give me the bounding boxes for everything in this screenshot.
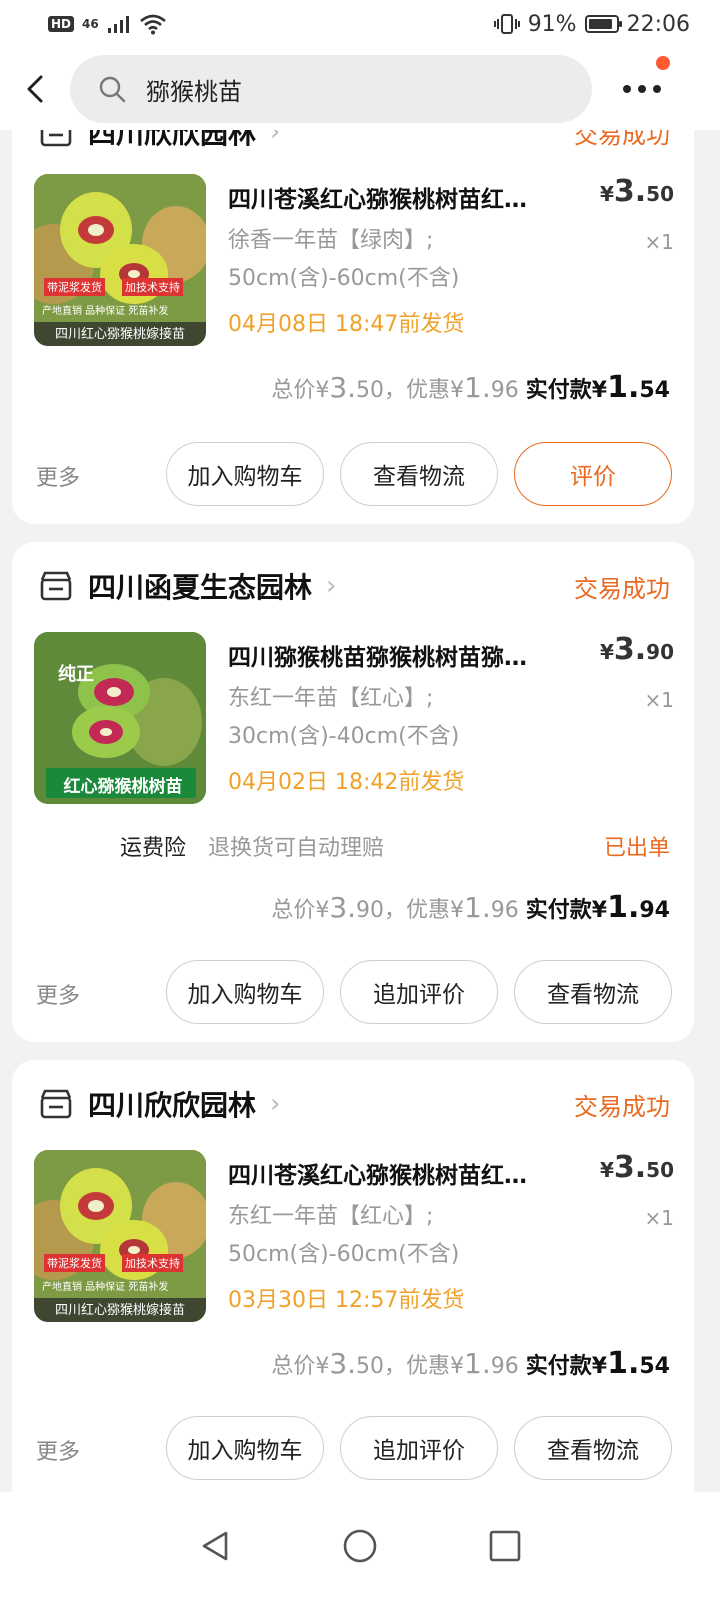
follow-up-review-button[interactable]: 追加评价: [340, 1416, 498, 1480]
thumb-caption: 红心猕猴桃树苗: [63, 777, 183, 797]
insurance-name: 运费险: [120, 836, 187, 861]
product-price: ¥3.50: [599, 174, 674, 209]
product-price: ¥3.50: [599, 1150, 674, 1185]
thumb-badge: 纯正: [58, 664, 94, 685]
order-totals: 总价¥3.50，优惠¥1.96 实付款¥1.54: [271, 1346, 670, 1381]
view-logistics-button[interactable]: 查看物流: [514, 1416, 672, 1480]
thumb-tags-line: 产地直销 品种保证 死苗补发: [42, 1282, 169, 1293]
search-icon: [99, 76, 126, 103]
hd-badge: HD: [48, 16, 75, 32]
shop-row[interactable]: 四川函夏生态园林 › 交易成功: [38, 566, 670, 606]
product-quantity: ×1: [644, 230, 674, 254]
search-header: 猕猴桃苗: [0, 48, 720, 130]
vibrate-icon: [493, 14, 520, 34]
insurance-description: 退换货可自动理赔: [208, 836, 385, 861]
thumb-caption: 四川红心猕猴桃嫁接苗: [54, 327, 185, 342]
more-link[interactable]: 更多: [36, 978, 80, 1010]
order-card: 四川函夏生态园林 › 交易成功 纯正 红心猕猴桃树苗 四川猕猴桃苗猕猴桃树苗猕……: [12, 542, 694, 1042]
battery-percent: 91%: [527, 11, 577, 37]
product-thumbnail[interactable]: 带泥浆发货 加技术支持 产地直销 品种保证 死苗补发 四川红心猕猴桃嫁接苗: [34, 1150, 206, 1322]
insurance-status: 已出单: [603, 836, 670, 861]
order-actions: 更多 加入购物车 查看物流 评价: [36, 442, 672, 506]
clock: 22:06: [626, 11, 690, 37]
order-actions: 更多 加入购物车 追加评价 查看物流: [36, 1416, 672, 1480]
status-right: 91% 22:06: [493, 11, 690, 37]
order-totals: 总价¥3.90，优惠¥1.96 实付款¥1.94: [271, 890, 670, 925]
product-quantity: ×1: [644, 1206, 674, 1230]
ship-deadline: 04月02日 18:42前发货: [228, 770, 465, 795]
search-input[interactable]: 猕猴桃苗: [70, 55, 592, 123]
chevron-right-icon: ›: [270, 1089, 281, 1119]
order-actions: 更多 加入购物车 追加评价 查看物流: [36, 960, 672, 1024]
more-options-button[interactable]: [592, 48, 692, 130]
back-button[interactable]: [0, 48, 70, 130]
product-title[interactable]: 四川苍溪红心猕猴桃树苗红…: [228, 1156, 568, 1190]
shop-name[interactable]: 四川欣欣园林: [88, 1084, 256, 1124]
order-status: 交易成功: [574, 1092, 670, 1121]
kiwi-image: [34, 1150, 206, 1322]
network-label: 46: [82, 17, 99, 31]
kiwi-image: [34, 174, 206, 346]
battery-icon: [584, 15, 622, 33]
status-bar: HD 46 91% 22:06: [0, 0, 720, 48]
product-title[interactable]: 四川苍溪红心猕猴桃树苗红…: [228, 180, 568, 214]
system-nav-bar: [0, 1492, 720, 1600]
add-to-cart-button[interactable]: 加入购物车: [166, 960, 324, 1024]
shop-name[interactable]: 四川函夏生态园林: [88, 566, 312, 606]
nav-back-icon[interactable]: [198, 1529, 232, 1563]
product-thumbnail[interactable]: 纯正 红心猕猴桃树苗: [34, 632, 206, 804]
order-card: 四川欣欣园林 › 交易成功 带泥浆发货 加技术支持 产地直销 品种保证 死苗补发…: [12, 1060, 694, 1510]
order-status: 交易成功: [574, 574, 670, 603]
add-to-cart-button[interactable]: 加入购物车: [166, 442, 324, 506]
nav-recents-icon[interactable]: [488, 1529, 522, 1563]
ship-deadline: 03月30日 12:57前发货: [228, 1288, 465, 1313]
thumb-tag: 加技术支持: [122, 278, 183, 296]
product-thumbnail[interactable]: 带泥浆发货 加技术支持 产地直销 品种保证 死苗补发 四川红心猕猴桃嫁接苗: [34, 174, 206, 346]
more-link[interactable]: 更多: [36, 460, 80, 492]
thumb-tag: 带泥浆发货: [44, 1254, 105, 1272]
review-button[interactable]: 评价: [514, 442, 672, 506]
product-item[interactable]: 带泥浆发货 加技术支持 产地直销 品种保证 死苗补发 四川红心猕猴桃嫁接苗 四川…: [34, 174, 674, 349]
shop-row[interactable]: 四川欣欣园林 › 交易成功: [38, 1084, 670, 1124]
wifi-icon: [139, 14, 166, 35]
more-link[interactable]: 更多: [36, 1434, 80, 1466]
follow-up-review-button[interactable]: 追加评价: [340, 960, 498, 1024]
store-icon: [40, 1089, 72, 1119]
thumb-tag: 加技术支持: [122, 1254, 183, 1272]
product-quantity: ×1: [644, 688, 674, 712]
product-item[interactable]: 带泥浆发货 加技术支持 产地直销 品种保证 死苗补发 四川红心猕猴桃嫁接苗 四川…: [34, 1150, 674, 1325]
status-left: HD 46: [48, 13, 167, 35]
view-logistics-button[interactable]: 查看物流: [514, 960, 672, 1024]
thumb-tag: 带泥浆发货: [44, 278, 105, 296]
ship-deadline: 04月08日 18:47前发货: [228, 312, 465, 337]
notification-dot: [656, 56, 670, 70]
chevron-right-icon: ›: [326, 571, 337, 601]
add-to-cart-button[interactable]: 加入购物车: [166, 1416, 324, 1480]
cellular-signal-icon: [107, 16, 129, 33]
view-logistics-button[interactable]: 查看物流: [340, 442, 498, 506]
product-spec: 东红一年苗【红心】; 30cm(含)-40cm(不含): [228, 686, 460, 749]
store-icon: [40, 571, 72, 601]
product-price: ¥3.90: [599, 632, 674, 667]
product-spec: 东红一年苗【红心】; 50cm(含)-60cm(不含): [228, 1204, 460, 1267]
order-card: 四川欣欣园林 › 交易成功 带泥浆发货 加技术支持 产地直销 品种保证 死苗补发…: [12, 100, 694, 524]
product-title[interactable]: 四川猕猴桃苗猕猴桃树苗猕…: [228, 638, 568, 672]
order-totals: 总价¥3.50，优惠¥1.96 实付款¥1.54: [271, 370, 670, 405]
product-item[interactable]: 纯正 红心猕猴桃树苗 四川猕猴桃苗猕猴桃树苗猕… ¥3.90 东红一年苗【红心】…: [34, 632, 674, 807]
search-query[interactable]: 猕猴桃苗: [146, 72, 242, 107]
more-dots-icon: [623, 85, 661, 93]
product-spec: 徐香一年苗【绿肉】; 50cm(含)-60cm(不含): [228, 228, 460, 291]
thumb-tags-line: 产地直销 品种保证 死苗补发: [42, 306, 169, 317]
back-arrow-icon: [27, 75, 43, 103]
shipping-insurance-row[interactable]: 运费险 退换货可自动理赔 已出单: [120, 828, 670, 864]
nav-home-icon[interactable]: [342, 1528, 378, 1564]
thumb-caption: 四川红心猕猴桃嫁接苗: [54, 1303, 185, 1318]
